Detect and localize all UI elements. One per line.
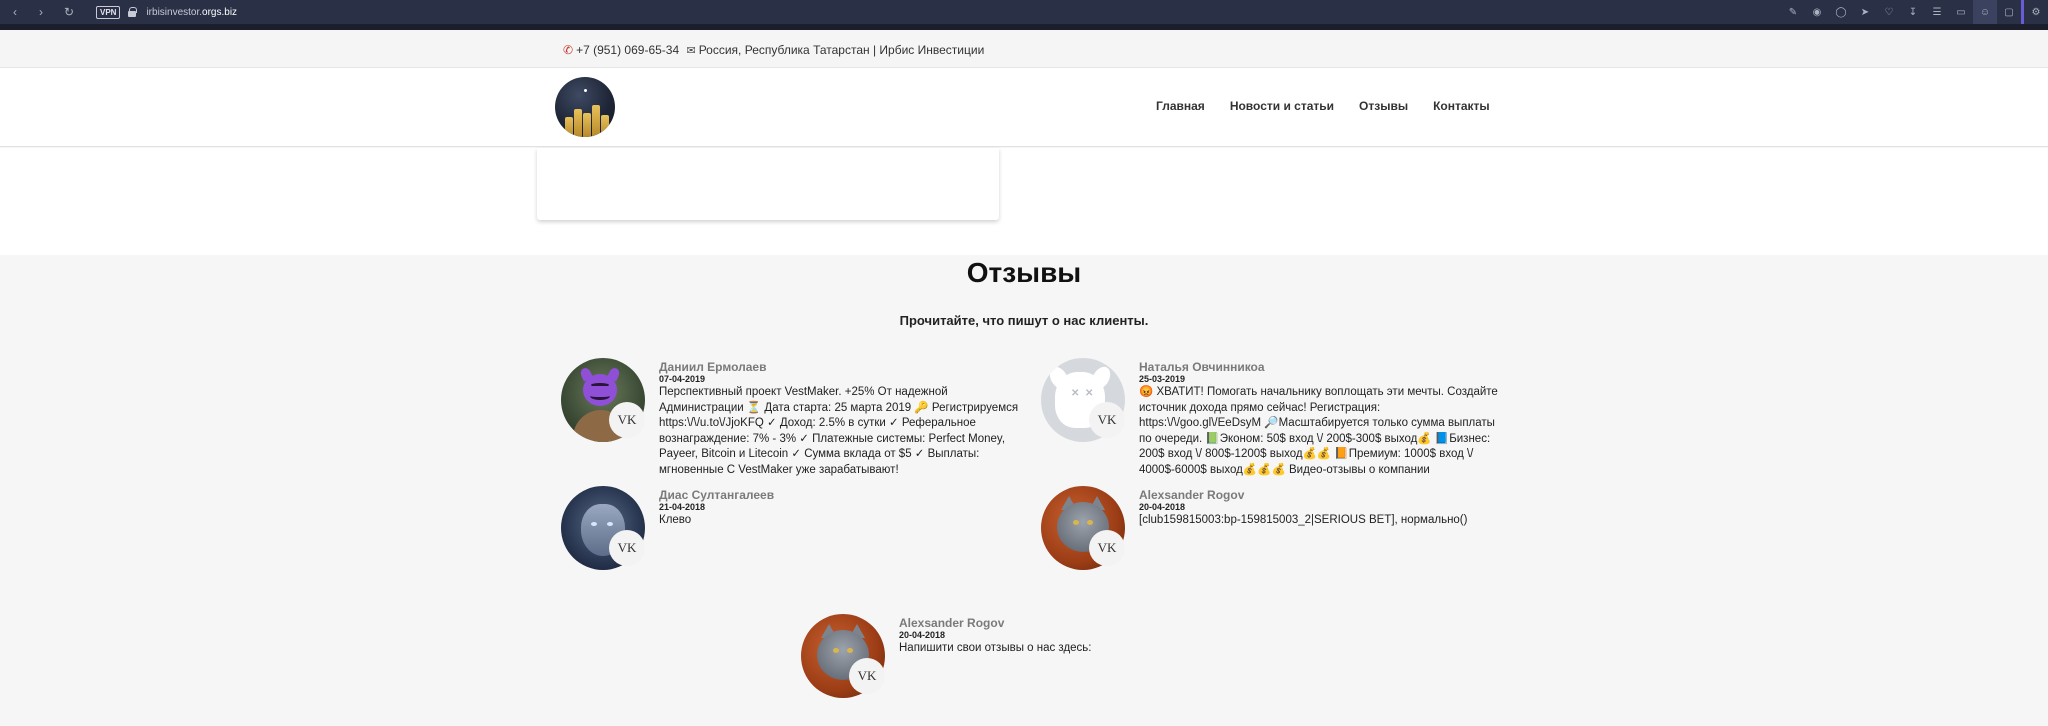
vk-badge[interactable]: VK — [609, 530, 645, 566]
vk-badge[interactable]: VK — [609, 402, 645, 438]
vk-badge[interactable]: VK — [1089, 402, 1125, 438]
menu-icon[interactable]: ☰ — [1925, 0, 1949, 24]
camera-icon[interactable]: ◉ — [1805, 0, 1829, 24]
download-icon[interactable]: ↧ — [1901, 0, 1925, 24]
edit-icon[interactable]: ✎ — [1781, 0, 1805, 24]
review-date: 20-04-2018 — [1139, 502, 1186, 512]
review-text: Клево — [659, 514, 692, 526]
phone-icon: ✆ — [563, 43, 574, 57]
settings-icon[interactable]: ⚙ — [2024, 0, 2048, 24]
review-date: 25-03-2019 — [1139, 374, 1186, 384]
upper-section — [0, 148, 2048, 255]
url-domain: orgs.biz — [202, 6, 238, 18]
content-card — [537, 148, 999, 220]
site-logo[interactable] — [555, 77, 615, 137]
reviewer-name[interactable]: Даниил Ермолаев — [659, 360, 1019, 374]
review-text: Перспективный проект VestMaker. +25% От … — [659, 386, 1019, 476]
forward-icon[interactable]: › — [32, 3, 50, 21]
phone-number[interactable]: +7 (951) 069-65-34 — [576, 43, 679, 57]
extension-icon[interactable]: ▢ — [1997, 0, 2021, 24]
reviewer-name[interactable]: Наталья Овчинникоа — [1139, 360, 1499, 374]
review-text: 😡 ХВАТИТ! Помогать начальнику воплощать … — [1139, 386, 1498, 476]
reviews-section: Отзывы Прочитайте, что пишут о нас клиен… — [0, 255, 2048, 726]
nav-link-home[interactable]: Главная — [1156, 99, 1205, 113]
review-date: 20-04-2018 — [899, 630, 946, 640]
reviewer-name[interactable]: Alexsander Rogov — [899, 616, 1259, 630]
nav-link-news[interactable]: Новости и статьи — [1230, 99, 1334, 113]
reload-icon[interactable]: ↻ — [60, 3, 78, 21]
heart-icon[interactable]: ♡ — [1877, 0, 1901, 24]
lock-icon[interactable] — [128, 7, 138, 17]
profile-icon[interactable]: ☺ — [1973, 0, 1997, 24]
contact-info: ✆ +7 (951) 069-65-34 ✉ Россия, Республика … — [563, 43, 984, 57]
battery-icon[interactable]: ▭ — [1949, 0, 1973, 24]
send-icon[interactable]: ➤ — [1853, 0, 1877, 24]
main-nav: Главная Новости и статьи Отзывы Контакты — [1156, 99, 1515, 113]
shield-icon[interactable]: ◯ — [1829, 0, 1853, 24]
url-prefix: irbisinvestor. — [146, 6, 203, 18]
vk-badge[interactable]: VK — [1089, 530, 1125, 566]
browser-tools: ✎ ◉ ◯ ➤ ♡ ↧ ☰ ▭ ☺ ▢ ⚙ — [1781, 0, 2048, 24]
review-text: Напишити свои отзывы о нас здесь: — [899, 642, 1092, 654]
reviews-subtitle: Прочитайте, что пишут о нас клиенты. — [899, 313, 1149, 328]
review-date: 07-04-2019 — [659, 374, 706, 384]
mail-icon: ✉ — [686, 45, 696, 57]
browser-toolbar: ‹ › ↻ VPN irbisinvestor.orgs.biz ✎ ◉ ◯ ➤… — [0, 0, 2048, 24]
reviewer-name[interactable]: Диас Султангалеев — [659, 488, 1019, 502]
vpn-badge[interactable]: VPN — [96, 5, 121, 19]
back-icon[interactable]: ‹ — [6, 3, 24, 21]
review-date: 21-04-2018 — [659, 502, 706, 512]
nav-link-contacts[interactable]: Контакты — [1433, 99, 1490, 113]
reviews-title: Отзывы — [966, 257, 1082, 288]
nav-link-reviews[interactable]: Отзывы — [1359, 99, 1408, 113]
reviewer-name[interactable]: Alexsander Rogov — [1139, 488, 1499, 502]
vk-badge[interactable]: VK — [849, 658, 885, 694]
site-header: Главная Новости и статьи Отзывы Контакты — [0, 68, 2048, 147]
location-text: Россия, Республика Татарстан | Ирбис Инв… — [698, 43, 985, 57]
review-text: [club159815003:bp-159815003_2|SERIOUS BE… — [1139, 514, 1468, 526]
address-bar[interactable]: irbisinvestor.orgs.biz — [146, 7, 237, 18]
top-info-bar: ✆ +7 (951) 069-65-34 ✉ Россия, Республика … — [0, 30, 2048, 68]
